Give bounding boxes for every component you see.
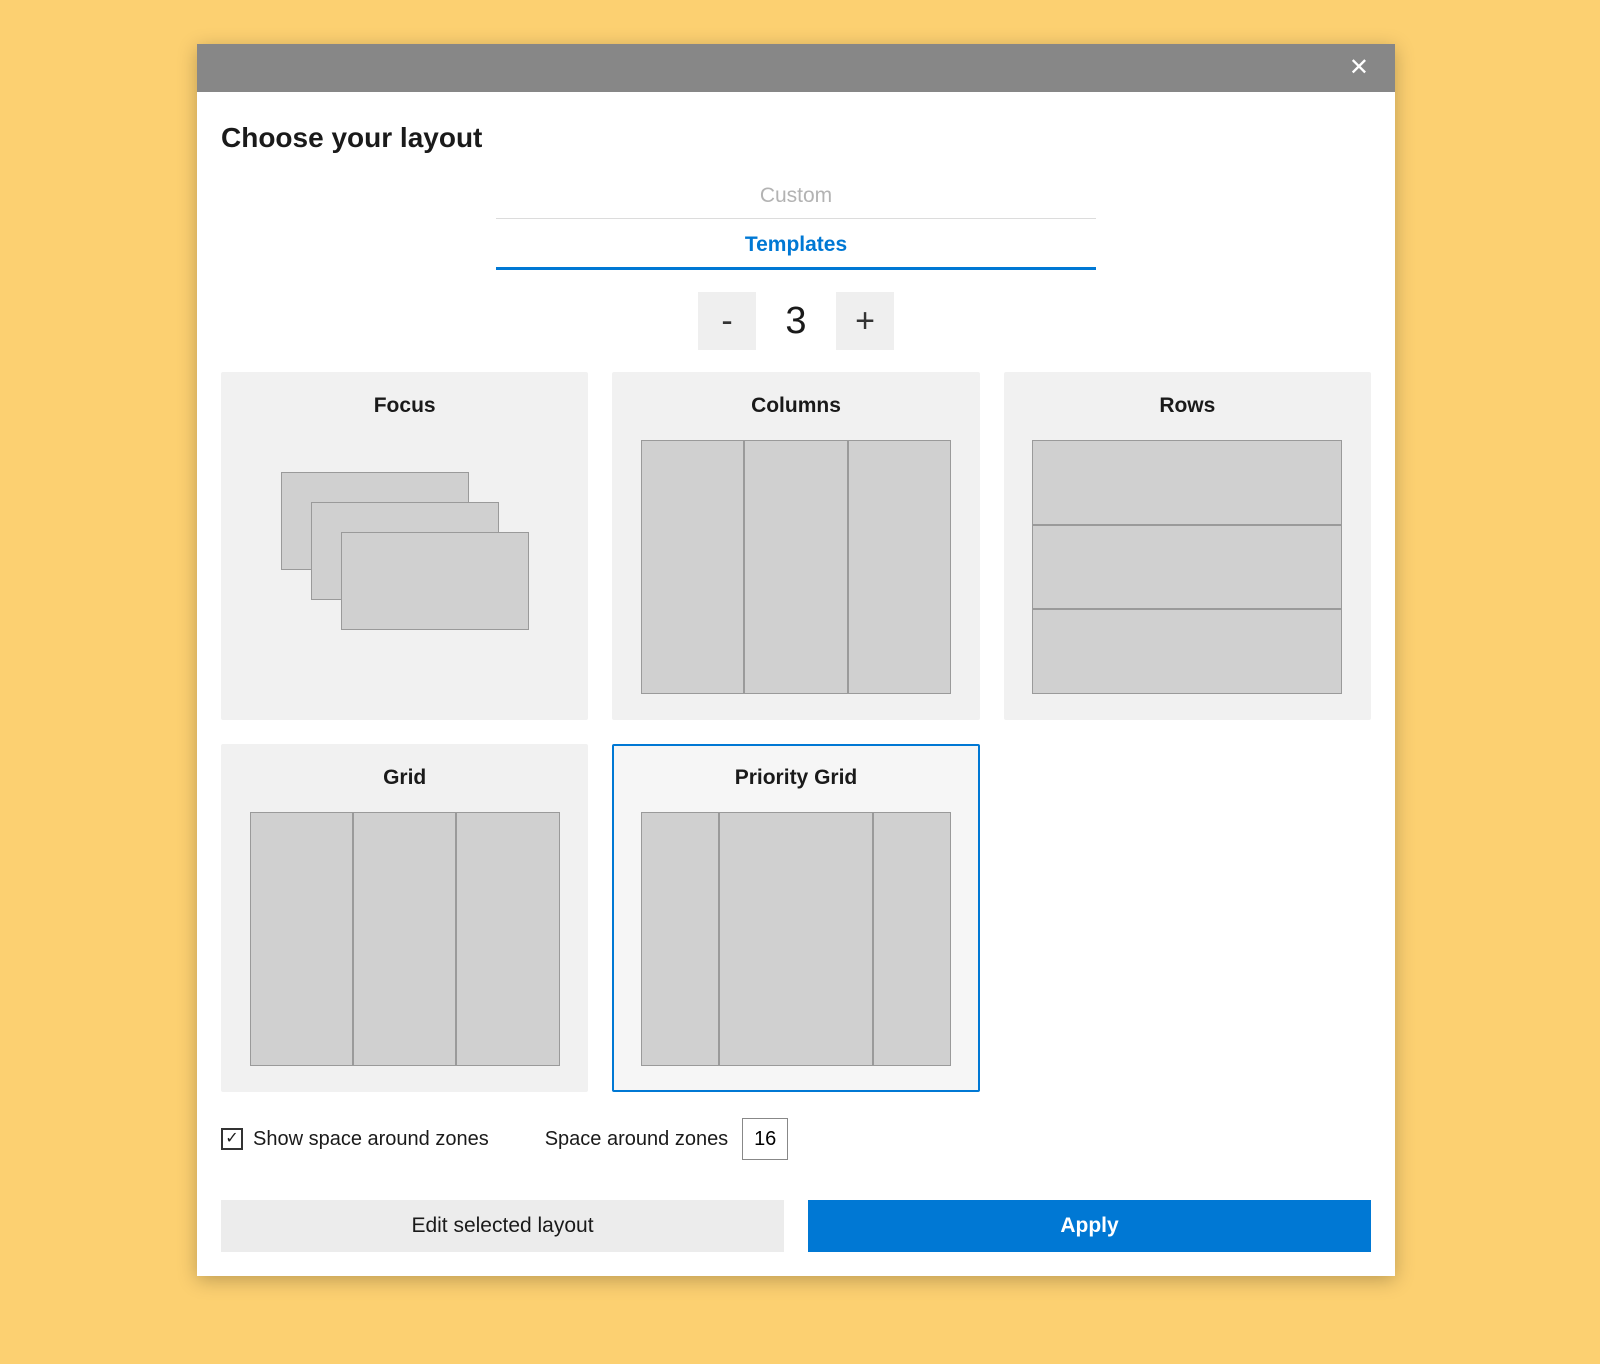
template-card-focus[interactable]: Focus	[221, 372, 588, 720]
tabs: Custom Templates	[496, 174, 1096, 270]
template-title: Columns	[751, 394, 841, 418]
show-space-label: Show space around zones	[253, 1128, 489, 1151]
edit-selected-button[interactable]: Edit selected layout	[221, 1200, 784, 1252]
template-preview-priority-grid	[641, 812, 951, 1066]
space-around-control: Space around zones	[545, 1118, 788, 1160]
template-card-columns[interactable]: Columns	[612, 372, 979, 720]
template-preview-rows	[1032, 440, 1342, 694]
template-grid: Focus Columns Rows	[221, 372, 1371, 1092]
increment-button[interactable]: +	[836, 292, 894, 350]
decrement-button[interactable]: -	[698, 292, 756, 350]
dialog-footer: Edit selected layout Apply	[221, 1200, 1371, 1252]
template-preview-grid	[250, 812, 560, 1066]
template-preview-columns	[641, 440, 951, 694]
template-card-priority-grid[interactable]: Priority Grid	[612, 744, 979, 1092]
zone-count-value: 3	[776, 300, 816, 343]
template-title: Priority Grid	[735, 766, 858, 790]
template-title: Grid	[383, 766, 426, 790]
options-row: ✓ Show space around zones Space around z…	[221, 1118, 1371, 1160]
tab-templates[interactable]: Templates	[496, 223, 1096, 270]
apply-button[interactable]: Apply	[808, 1200, 1371, 1252]
template-title: Rows	[1159, 394, 1215, 418]
dialog-heading: Choose your layout	[221, 122, 1371, 154]
space-around-input[interactable]	[742, 1118, 788, 1160]
show-space-checkbox[interactable]: ✓ Show space around zones	[221, 1128, 489, 1151]
zone-count-stepper: - 3 +	[221, 292, 1371, 350]
template-title: Focus	[374, 394, 436, 418]
dialog-titlebar: ✕	[197, 44, 1395, 92]
space-around-label: Space around zones	[545, 1128, 728, 1151]
close-icon[interactable]: ✕	[1341, 52, 1377, 84]
template-preview-focus	[250, 440, 560, 694]
dialog-body: Choose your layout Custom Templates - 3 …	[197, 92, 1395, 1276]
tab-custom[interactable]: Custom	[496, 174, 1096, 219]
checkbox-icon: ✓	[221, 1128, 243, 1150]
template-card-grid[interactable]: Grid	[221, 744, 588, 1092]
template-card-rows[interactable]: Rows	[1004, 372, 1371, 720]
layout-chooser-dialog: ✕ Choose your layout Custom Templates - …	[197, 44, 1395, 1276]
